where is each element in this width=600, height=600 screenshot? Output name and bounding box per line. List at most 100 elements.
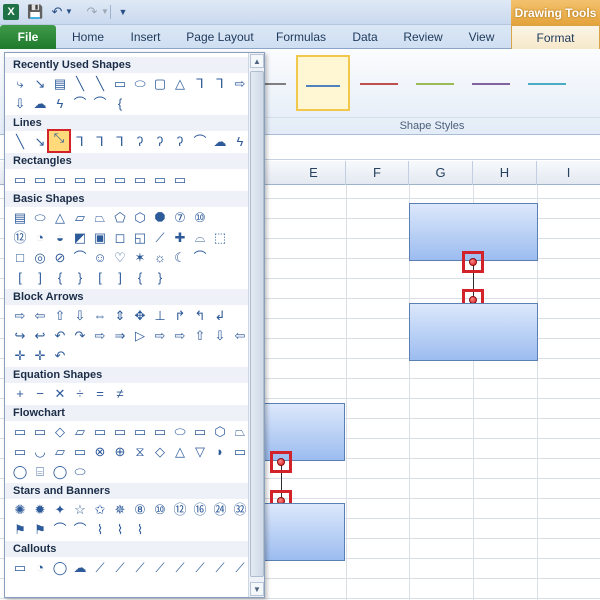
shape-option-icon[interactable]: ⬡ [211, 423, 229, 441]
shape-option-icon[interactable]: ⟋ [151, 559, 169, 577]
shape-option-icon[interactable]: ▭ [11, 559, 29, 577]
shape-option-icon[interactable]: ⑫ [171, 501, 189, 519]
shape-option-icon[interactable]: ▭ [171, 171, 189, 189]
shape-option-icon[interactable]: } [71, 269, 89, 287]
shape-option-icon[interactable]: ⇧ [51, 307, 69, 325]
shape-option-icon[interactable]: ⟋ [131, 559, 149, 577]
shape-option-icon[interactable]: ✺ [11, 501, 29, 519]
shape-option-icon[interactable]: ⏢ [91, 209, 109, 227]
shape-option-icon[interactable]: ◻ [111, 229, 129, 247]
shape-option-icon[interactable]: [ [91, 269, 109, 287]
shape-style-swatch[interactable] [352, 55, 406, 111]
shape-option-icon[interactable]: ⬚ [211, 229, 229, 247]
shape-option-icon[interactable]: ⟋ [151, 229, 169, 247]
shape-option-icon[interactable]: ▭ [91, 423, 109, 441]
shape-option-icon[interactable]: ▭ [131, 423, 149, 441]
shape-option-icon[interactable]: ⌒ [51, 521, 69, 539]
shape-style-swatch[interactable] [464, 55, 518, 111]
shape-option-icon[interactable]: ↲ [211, 307, 229, 325]
shape-option-icon[interactable]: ÷ [71, 385, 89, 403]
shape-option-icon[interactable]: { [51, 269, 69, 287]
shape-option-icon[interactable]: { [111, 95, 129, 113]
shape-option-icon[interactable]: ⑯ [191, 501, 209, 519]
shape-option-icon[interactable]: ◯ [51, 463, 69, 481]
shape-option-icon[interactable]: ▭ [111, 171, 129, 189]
shape-option-icon[interactable]: ⇨ [171, 327, 189, 345]
shape-option-icon[interactable]: ⇨ [11, 307, 29, 325]
shape-option-icon[interactable]: ↷ [71, 327, 89, 345]
shape-option-icon[interactable]: ◗ [211, 443, 229, 461]
shape-option-icon[interactable]: ♡ [111, 249, 129, 267]
tab-home[interactable]: Home [58, 25, 118, 49]
tab-file[interactable]: File [0, 25, 56, 49]
shape-option-icon[interactable]: ⇦ [31, 307, 49, 325]
shape-option-icon[interactable]: ▭ [71, 443, 89, 461]
shape-option-icon[interactable]: ⇨ [151, 327, 169, 345]
shape-option-icon[interactable]: ✛ [11, 347, 29, 365]
column-header-f[interactable]: F [346, 161, 409, 185]
shape-option-icon[interactable]: ⌇ [111, 521, 129, 539]
shape-option-icon[interactable]: ⌓ [191, 229, 209, 247]
shape-option-icon[interactable]: ↶ [51, 347, 69, 365]
shape-option-icon[interactable]: ⇧ [191, 327, 209, 345]
shape-option-icon[interactable]: ⬭ [131, 75, 149, 93]
shape-option-icon[interactable]: ⅂ [111, 133, 129, 151]
shape-option-icon[interactable]: ▱ [71, 209, 89, 227]
shape-option-icon[interactable]: ⇨ [91, 327, 109, 345]
shape-option-icon[interactable]: ▣ [91, 229, 109, 247]
shape-option-icon[interactable]: ⇩ [11, 95, 29, 113]
shape-option-icon[interactable]: ⌒ [71, 521, 89, 539]
shape-option-icon[interactable]: ☺ [91, 249, 109, 267]
shape-option-icon[interactable]: ╲ [71, 75, 89, 93]
shape-option-icon[interactable]: ✦ [51, 501, 69, 519]
shape-option-icon[interactable]: ⏢ [231, 423, 249, 441]
shape-option-icon[interactable]: ↩ [31, 327, 49, 345]
shape-option-icon[interactable]: ✚ [171, 229, 189, 247]
shape-option-icon[interactable]: ϟ [51, 95, 69, 113]
shape-option-icon[interactable]: ▢ [151, 75, 169, 93]
shape-option-icon[interactable]: ⑧ [131, 501, 149, 519]
shape-option-icon[interactable]: ⇔ [91, 307, 109, 325]
shape-option-icon[interactable]: ▭ [71, 171, 89, 189]
shape-style-swatch[interactable] [520, 55, 574, 111]
shape-option-icon[interactable]: ↱ [171, 307, 189, 325]
shape-option-icon[interactable]: △ [171, 443, 189, 461]
shape-option-icon[interactable]: = [91, 385, 109, 403]
shape-option-icon[interactable]: ⬭ [71, 463, 89, 481]
shape-option-icon[interactable]: ⬭ [171, 423, 189, 441]
shape-option-icon[interactable]: ▭ [31, 423, 49, 441]
save-icon[interactable]: 💾 [27, 4, 43, 20]
shape-option-icon[interactable]: ☾ [171, 249, 189, 267]
shape-option-icon[interactable]: ▤ [11, 209, 29, 227]
shape-option-icon[interactable]: [ [11, 269, 29, 287]
shape-option-icon[interactable]: ⇨ [231, 75, 249, 93]
menu-scrollbar[interactable]: ▲ ▼ [248, 53, 264, 597]
shape-option-icon[interactable]: ▱ [71, 423, 89, 441]
shape-option-icon[interactable]: ◯ [51, 559, 69, 577]
shape-style-swatch[interactable] [296, 55, 350, 111]
shape-option-icon[interactable]: ⟋ [231, 559, 249, 577]
shape-option-icon[interactable]: ☼ [151, 249, 169, 267]
shape-option-icon[interactable]: ◒ [51, 229, 69, 247]
shape-option-icon[interactable]: ⅂ [191, 75, 209, 93]
connector-start-handle[interactable] [462, 251, 484, 273]
shape-option-icon[interactable]: ▭ [111, 423, 129, 441]
connector-start-handle[interactable] [270, 451, 292, 473]
shape-option-icon[interactable]: ⊘ [51, 249, 69, 267]
shape-option-icon[interactable]: ⤷ [11, 75, 29, 93]
shape-option-icon[interactable]: ╲ [91, 75, 109, 93]
undo-dropdown-icon[interactable]: ▼ [64, 4, 74, 20]
shape-option-icon[interactable]: ↪ [11, 327, 29, 345]
shape-option-icon[interactable]: ㉜ [231, 501, 249, 519]
shape-option-icon[interactable]: ☁ [71, 559, 89, 577]
shape-option-icon[interactable]: ⌒ [71, 249, 89, 267]
shape-style-swatch[interactable] [408, 55, 462, 111]
shape-option-icon[interactable]: ⯃ [151, 209, 169, 227]
shape-option-icon[interactable]: ▭ [91, 171, 109, 189]
shape-option-icon[interactable]: ▭ [111, 75, 129, 93]
shape-option-icon[interactable]: ▭ [31, 171, 49, 189]
tab-format[interactable]: Format [511, 25, 600, 50]
shape-option-icon[interactable]: ʔ [151, 133, 169, 151]
shape-option-icon[interactable]: ◡ [31, 443, 49, 461]
shape-option-icon[interactable]: ⟋ [191, 559, 209, 577]
